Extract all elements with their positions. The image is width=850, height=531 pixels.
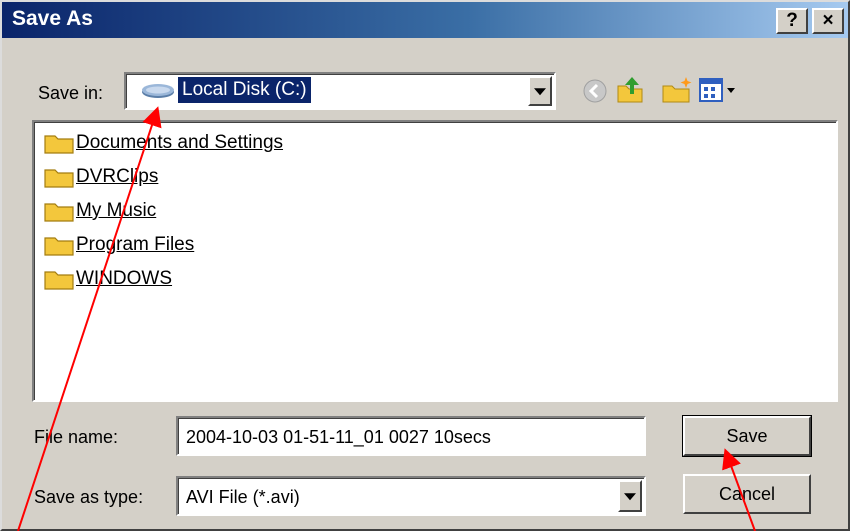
save-as-dialog: Save As ? × Save in: Local Disk (C:) Doc…	[0, 0, 850, 531]
list-item-label: DVRClips	[76, 166, 159, 187]
list-item-label: Program Files	[76, 234, 195, 255]
list-item-label: Documents and Settings	[76, 132, 284, 153]
hard-drive-icon	[140, 82, 176, 100]
up-folder-icon[interactable]	[614, 74, 646, 106]
back-icon[interactable]	[582, 78, 608, 104]
chevron-down-icon	[534, 88, 546, 96]
close-button[interactable]: ×	[812, 8, 844, 34]
help-button[interactable]: ?	[776, 8, 808, 34]
title-bar[interactable]: Save As ? ×	[2, 2, 848, 38]
save-as-type-value: AVI File (*.avi)	[186, 487, 300, 507]
save-as-type-select[interactable]: AVI File (*.avi)	[176, 476, 646, 516]
list-item[interactable]: My Music	[44, 196, 156, 226]
file-name-input[interactable]: 2004-10-03 01-51-11_01 0027 10secs	[176, 416, 646, 456]
views-menu-icon[interactable]	[698, 76, 742, 104]
list-item[interactable]: WINDOWS	[44, 264, 172, 294]
window-title: Save As	[12, 7, 93, 30]
list-item-label: My Music	[76, 200, 157, 221]
cancel-button[interactable]: Cancel	[683, 474, 811, 514]
file-list[interactable]: Documents and Settings DVRClips My Music…	[32, 120, 838, 402]
save-as-type-label: Save as type:	[34, 487, 144, 507]
save-in-combo[interactable]: Local Disk (C:)	[124, 72, 556, 110]
list-item[interactable]: Documents and Settings	[44, 128, 283, 158]
save-in-value: Local Disk (C:)	[177, 76, 312, 104]
list-item-label: WINDOWS	[76, 268, 173, 289]
folder-icon	[44, 132, 74, 154]
folder-icon	[44, 268, 74, 290]
list-item[interactable]: Program Files	[44, 230, 194, 260]
file-name-label: File name:	[34, 427, 119, 447]
chevron-down-icon	[624, 493, 636, 501]
save-as-type-dropdown-button[interactable]	[618, 480, 642, 512]
list-item[interactable]: DVRClips	[44, 162, 158, 192]
save-in-label: Save in:	[38, 83, 104, 103]
folder-icon	[44, 200, 74, 222]
save-button[interactable]: Save	[682, 415, 812, 457]
save-in-dropdown-button[interactable]	[528, 76, 552, 106]
folder-icon	[44, 234, 74, 256]
folder-icon	[44, 166, 74, 188]
new-folder-icon[interactable]	[660, 74, 694, 106]
file-name-value: 2004-10-03 01-51-11_01 0027 10secs	[186, 427, 491, 447]
